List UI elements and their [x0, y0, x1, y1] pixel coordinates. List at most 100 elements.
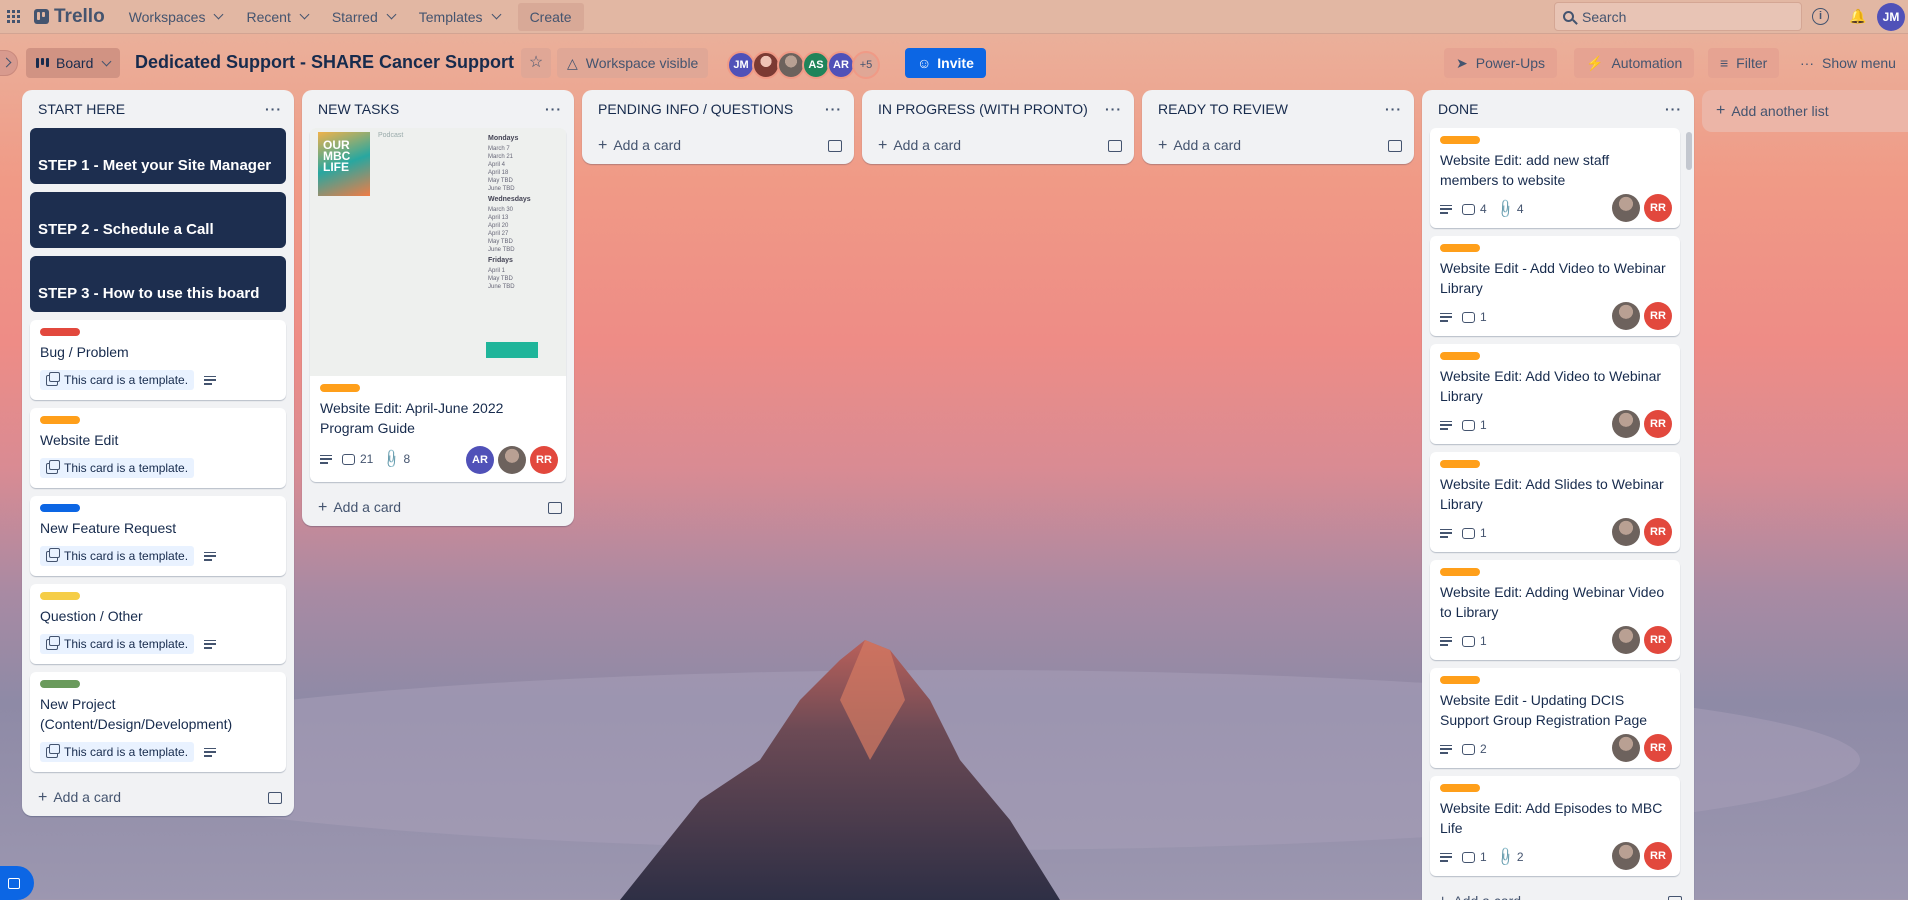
member-avatar[interactable]: AR	[827, 51, 855, 79]
add-card-button[interactable]: + Add a card	[582, 128, 854, 164]
list-title[interactable]: NEW TASKS	[318, 101, 399, 117]
done-card[interactable]: Website Edit: Add Slides to Webinar Libr…	[1430, 452, 1680, 552]
info-icon[interactable]: i	[1812, 8, 1829, 25]
done-card[interactable]: Website Edit: Add Episodes to MBC Life 1…	[1430, 776, 1680, 876]
card-title: Website Edit: Adding Webinar Video to Li…	[1440, 584, 1665, 620]
list-title[interactable]: IN PROGRESS (WITH PRONTO)	[878, 101, 1088, 117]
member-avatar[interactable]: AS	[802, 51, 830, 79]
board-title[interactable]: Dedicated Support - SHARE Cancer Support	[135, 52, 514, 73]
account-avatar[interactable]: JM	[1877, 3, 1905, 31]
comment-count: 1	[1480, 310, 1487, 324]
member-avatar[interactable]: RR	[1644, 842, 1672, 870]
member-avatar[interactable]: RR	[1644, 410, 1672, 438]
nav-starred[interactable]: Starred	[322, 2, 405, 32]
list-title[interactable]: PENDING INFO / QUESTIONS	[598, 101, 793, 117]
create-from-template-icon[interactable]	[268, 792, 282, 804]
add-list-button[interactable]: + Add another list	[1702, 90, 1908, 132]
member-avatar-photo[interactable]	[1612, 842, 1640, 870]
description-icon	[1440, 744, 1452, 754]
template-text: This card is a template.	[64, 373, 189, 387]
member-avatar[interactable]: JM	[727, 51, 755, 79]
card-program-guide[interactable]: OUR MBC LIFE Podcast Mondays March 7 March…	[310, 128, 566, 482]
template-card[interactable]: Website Edit This card is a template.	[30, 408, 286, 488]
list-menu-icon[interactable]: ···	[1105, 101, 1122, 117]
nav-recent[interactable]: Recent	[236, 2, 317, 32]
done-card[interactable]: Website Edit - Add Video to Webinar Libr…	[1430, 236, 1680, 336]
invite-label: Invite	[937, 55, 974, 71]
star-board-button[interactable]: ☆	[521, 48, 551, 78]
member-avatar[interactable]: RR	[1644, 626, 1672, 654]
add-card-button[interactable]: + Add a card	[862, 128, 1134, 164]
add-card-button[interactable]: + Add a card	[302, 490, 574, 526]
show-menu-button[interactable]: ··· Show menu	[1788, 48, 1908, 78]
member-avatar-photo[interactable]	[498, 446, 526, 474]
list-scrollbar[interactable]	[1686, 132, 1692, 170]
list-menu-icon[interactable]: ···	[825, 101, 842, 117]
card-step-1[interactable]: STEP 1 - Meet your Site Manager	[30, 128, 286, 184]
member-avatar-photo[interactable]	[1612, 194, 1640, 222]
more-members-button[interactable]: +5	[852, 51, 880, 79]
done-card[interactable]: Website Edit: add new staff members to w…	[1430, 128, 1680, 228]
member-avatar-photo[interactable]	[1612, 626, 1640, 654]
power-ups-button[interactable]: ➤ Power-Ups	[1444, 48, 1557, 78]
schedule-date: April 18	[488, 170, 509, 176]
member-avatar[interactable]: AR	[466, 446, 494, 474]
create-from-template-icon[interactable]	[1388, 140, 1402, 152]
list-menu-icon[interactable]: ···	[1665, 101, 1682, 117]
list-menu-icon[interactable]: ···	[1385, 101, 1402, 117]
template-card[interactable]: New Feature Request This card is a templ…	[30, 496, 286, 576]
member-avatar-photo[interactable]	[1612, 302, 1640, 330]
member-avatar-photo[interactable]	[1612, 410, 1640, 438]
video-call-button[interactable]	[0, 866, 34, 900]
template-icon	[46, 371, 60, 386]
member-avatar[interactable]: RR	[1644, 302, 1672, 330]
invite-button[interactable]: ☺ Invite	[905, 48, 986, 78]
power-ups-label: Power-Ups	[1475, 55, 1545, 71]
bell-icon[interactable]: 🔔	[1849, 8, 1866, 25]
list-menu-icon[interactable]: ···	[265, 101, 282, 117]
card-members: RR	[1612, 194, 1672, 222]
template-badge: This card is a template.	[40, 458, 195, 478]
member-avatar-photo[interactable]	[1612, 518, 1640, 546]
create-from-template-icon[interactable]	[1108, 140, 1122, 152]
member-avatar[interactable]: RR	[1644, 518, 1672, 546]
done-card[interactable]: Website Edit - Updating DCIS Support Gro…	[1430, 668, 1680, 768]
list-title[interactable]: DONE	[1438, 101, 1478, 117]
nav-templates[interactable]: Templates	[409, 2, 510, 32]
card-step-3[interactable]: STEP 3 - How to use this board	[30, 256, 286, 312]
list-title[interactable]: START HERE	[38, 101, 125, 117]
card-label	[40, 328, 80, 336]
list-title[interactable]: READY TO REVIEW	[1158, 101, 1288, 117]
done-card[interactable]: Website Edit: Adding Webinar Video to Li…	[1430, 560, 1680, 660]
visibility-button[interactable]: △ Workspace visible	[557, 48, 709, 78]
board-view-switcher[interactable]: Board	[26, 48, 121, 78]
member-avatar-photo[interactable]	[752, 51, 780, 79]
description-icon	[1440, 528, 1452, 538]
chevron-down-icon	[299, 9, 310, 20]
automation-button[interactable]: ⚡ Automation	[1574, 48, 1695, 78]
expand-sidebar-button[interactable]	[0, 50, 18, 76]
filter-button[interactable]: ≡ Filter	[1708, 48, 1780, 78]
member-avatar[interactable]: RR	[1644, 194, 1672, 222]
add-card-button[interactable]: + Add a card	[22, 780, 294, 816]
nav-workspaces[interactable]: Workspaces	[119, 2, 233, 32]
create-from-template-icon[interactable]	[548, 502, 562, 514]
app-switcher-button[interactable]	[0, 0, 26, 34]
template-card[interactable]: New Project (Content/Design/Development)…	[30, 672, 286, 772]
add-card-button[interactable]: + Add a card	[1422, 884, 1694, 900]
member-avatar-photo[interactable]	[777, 51, 805, 79]
create-from-template-icon[interactable]	[1668, 896, 1682, 900]
member-avatar[interactable]: RR	[1644, 734, 1672, 762]
card-step-2[interactable]: STEP 2 - Schedule a Call	[30, 192, 286, 248]
template-card[interactable]: Question / Other This card is a template…	[30, 584, 286, 664]
create-button[interactable]: Create	[517, 2, 584, 31]
done-card[interactable]: Website Edit: Add Video to Webinar Libra…	[1430, 344, 1680, 444]
template-card[interactable]: Bug / Problem This card is a template.	[30, 320, 286, 400]
create-from-template-icon[interactable]	[828, 140, 842, 152]
add-card-button[interactable]: + Add a card	[1142, 128, 1414, 164]
list-menu-icon[interactable]: ···	[545, 101, 562, 117]
trello-logo[interactable]: Trello	[34, 6, 105, 28]
member-avatar[interactable]: RR	[530, 446, 558, 474]
member-avatar-photo[interactable]	[1612, 734, 1640, 762]
search-input[interactable]: Search	[1554, 2, 1802, 31]
